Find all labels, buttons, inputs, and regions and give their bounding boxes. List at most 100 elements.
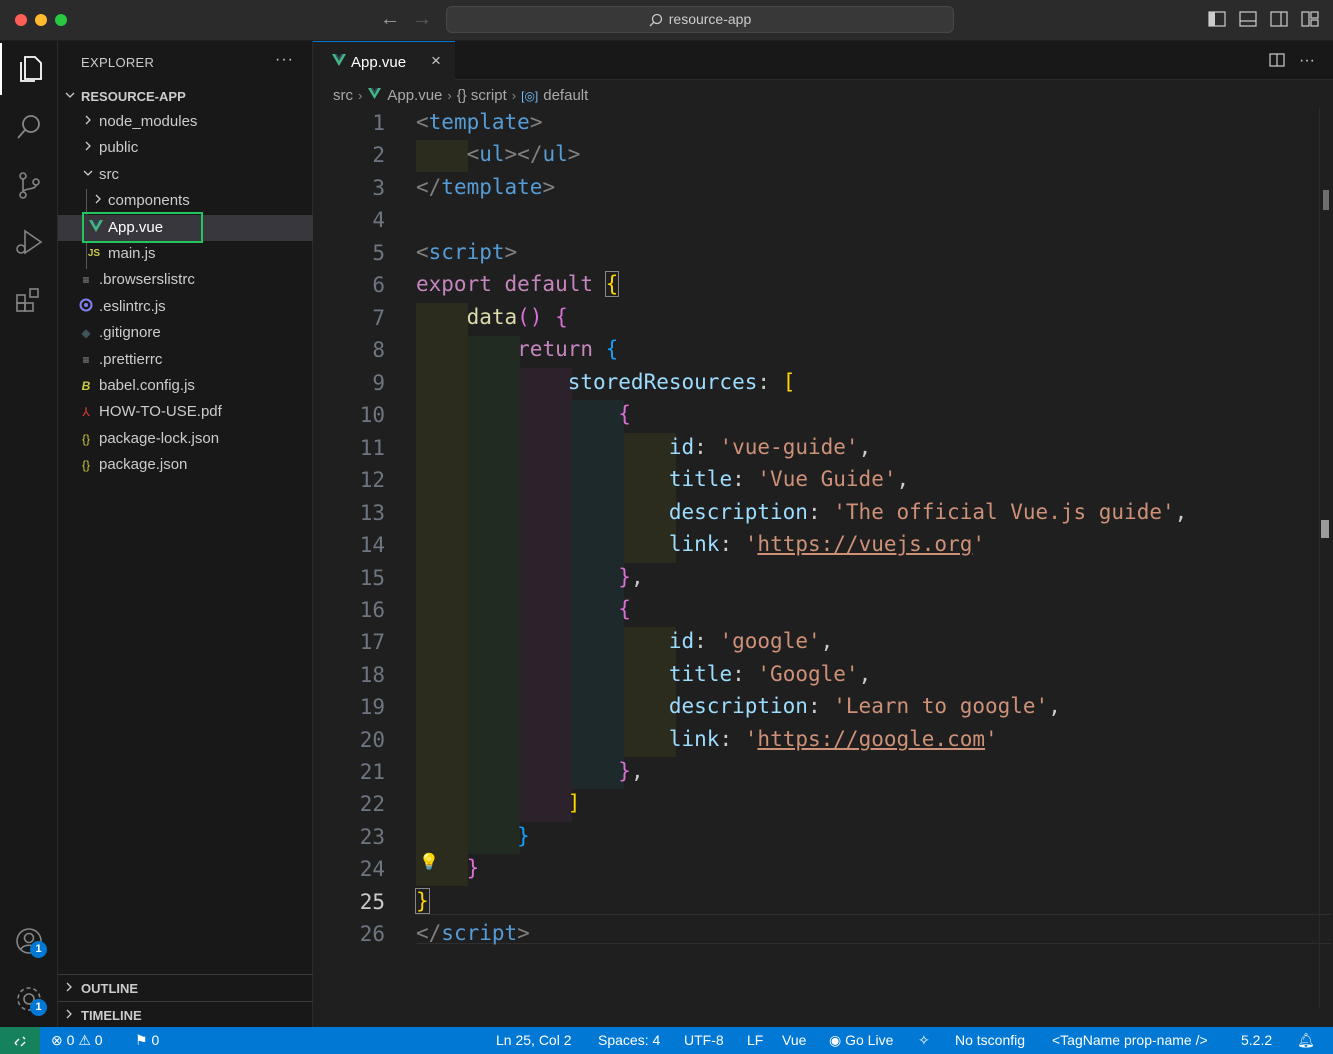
accounts-badge: 1 — [30, 941, 47, 958]
activity-bar: 1 1 — [0, 41, 58, 1027]
tree-item-node-modules[interactable]: node_modules — [58, 109, 313, 135]
tree-item-browserslistrc[interactable]: ≡ .browserslistrc — [58, 267, 313, 293]
breadcrumb-default[interactable]: default — [543, 87, 588, 104]
tree-item-package-lock[interactable]: {} package-lock.json — [58, 426, 313, 452]
remote-icon — [14, 1036, 26, 1046]
encoding[interactable]: UTF-8 — [684, 1032, 724, 1048]
line-number: 25 — [359, 890, 385, 914]
ports-indicator[interactable]: ⚑ 0 — [135, 1032, 159, 1049]
chevron-right-icon — [64, 980, 74, 997]
tagname-status[interactable]: <TagName prop-name /> — [1052, 1032, 1208, 1048]
tree-item-label: App.vue — [108, 219, 164, 236]
text-file-icon: ≡ — [82, 273, 90, 287]
cursor-position[interactable]: Ln 25, Col 2 — [496, 1032, 572, 1048]
code-line: 1 <template> — [313, 108, 1313, 140]
remote-indicator[interactable] — [0, 1027, 40, 1054]
error-count: 0 — [66, 1032, 75, 1048]
extensions-icon — [16, 288, 39, 312]
tree-item-babel-config[interactable]: B babel.config.js — [58, 373, 313, 399]
tree-item-gitignore[interactable]: ◆ .gitignore — [58, 320, 313, 346]
ports-count: 0 — [151, 1032, 160, 1048]
code-editor[interactable]: src › App.vue › {} script › [◎] default … — [313, 80, 1333, 1027]
split-editor-icon[interactable] — [1269, 52, 1285, 73]
broadcast-icon: ◉ — [829, 1032, 842, 1048]
minimize-window-button[interactable] — [35, 14, 47, 26]
chevron-right-icon: › — [358, 88, 363, 103]
timeline-label: TIMELINE — [81, 1008, 142, 1023]
tree-item-prettierrc[interactable]: ≡ .prettierrc — [58, 347, 313, 373]
line-number: 3 — [372, 176, 385, 200]
outline-section[interactable]: OUTLINE — [58, 974, 313, 1000]
js-file-icon: JS — [87, 248, 101, 259]
run-debug-activity[interactable] — [0, 216, 58, 268]
timeline-section[interactable]: TIMELINE — [58, 1001, 313, 1027]
accounts-activity[interactable]: 1 — [0, 915, 58, 967]
tab-app-vue[interactable]: App.vue × — [313, 41, 455, 81]
tree-item-label: HOW-TO-USE.pdf — [99, 403, 222, 420]
source-control-icon — [19, 172, 40, 199]
version-status[interactable]: 5.2.2 — [1241, 1032, 1272, 1048]
toggle-primary-sidebar-icon[interactable] — [1208, 10, 1226, 28]
code-line: 19 description: 'Learn to google', — [313, 692, 1313, 724]
error-icon: ⊗ — [51, 1032, 63, 1048]
close-icon[interactable]: × — [431, 51, 441, 71]
close-window-button[interactable] — [15, 14, 27, 26]
code-line: 3 </template> — [313, 173, 1313, 205]
broadcast-icon: ⚑ — [135, 1032, 148, 1048]
breadcrumb-file[interactable]: App.vue — [387, 87, 442, 104]
toggle-panel-icon[interactable] — [1239, 10, 1257, 28]
line-number: 26 — [359, 922, 385, 946]
lightbulb-icon[interactable]: 💡 — [419, 852, 439, 871]
command-center-search[interactable]: resource-app — [446, 6, 954, 33]
line-number: 19 — [359, 695, 385, 719]
tree-item-src[interactable]: src — [58, 162, 313, 188]
back-arrow-icon[interactable]: ← — [380, 8, 400, 31]
tree-item-components[interactable]: components — [58, 188, 313, 214]
tree-item-eslintrc[interactable]: .eslintrc.js — [58, 294, 313, 320]
command-center-label: resource-app — [668, 11, 752, 27]
code-line: 17 id: 'google', — [313, 627, 1313, 659]
tree-item-label: public — [99, 139, 139, 156]
line-number: 11 — [359, 436, 385, 460]
line-number: 16 — [359, 598, 385, 622]
extensions-activity[interactable] — [0, 274, 58, 326]
toggle-secondary-sidebar-icon[interactable] — [1270, 10, 1288, 28]
code-line: 2 <ul></ul> — [313, 140, 1313, 172]
more-actions-icon[interactable]: ··· — [275, 51, 294, 69]
customize-layout-icon[interactable] — [1301, 10, 1319, 28]
code-line: 16 { — [313, 595, 1313, 627]
zoom-window-button[interactable] — [55, 14, 67, 26]
go-live-label: Go Live — [845, 1032, 894, 1048]
chevron-right-icon — [80, 139, 96, 157]
explorer-activity[interactable] — [0, 43, 58, 95]
tree-item-main-js[interactable]: JS main.js — [58, 241, 313, 267]
search-activity[interactable] — [0, 101, 58, 153]
end-of-line[interactable]: LF — [747, 1032, 763, 1048]
workspace-root[interactable]: RESOURCE-APP — [58, 85, 313, 109]
tree-item-package-json[interactable]: {} package.json — [58, 452, 313, 478]
code-line: 4 — [313, 205, 1313, 237]
code-line: 5 <script> — [313, 238, 1313, 270]
language-mode[interactable]: Vue — [782, 1032, 806, 1048]
more-actions-icon[interactable]: ··· — [1299, 52, 1315, 73]
tree-item-how-to-use-pdf[interactable]: ⅄ HOW-TO-USE.pdf — [58, 399, 313, 425]
tree-item-label: .gitignore — [99, 324, 161, 341]
breadcrumb: src › App.vue › {} script › [◎] default — [333, 87, 588, 104]
problems-indicator[interactable]: ⊗ 0 ⚠ 0 — [51, 1032, 103, 1049]
tree-item-app-vue[interactable]: App.vue — [58, 215, 313, 241]
manage-activity[interactable]: 1 — [0, 973, 58, 1025]
tree-item-public[interactable]: public — [58, 135, 313, 161]
prettier-icon[interactable]: ✧ — [918, 1032, 930, 1049]
line-number: 12 — [359, 468, 385, 492]
indentation[interactable]: Spaces: 4 — [598, 1032, 660, 1048]
bell-icon[interactable]: 🔔︎ — [1297, 1032, 1315, 1049]
code-line: 18 title: 'Google', — [313, 660, 1313, 692]
files-icon — [20, 56, 42, 82]
editor-scrollbar[interactable] — [1319, 108, 1333, 1008]
breadcrumb-src[interactable]: src — [333, 87, 353, 104]
source-control-activity[interactable] — [0, 159, 58, 211]
breadcrumb-script[interactable]: {} script — [457, 87, 507, 104]
go-live-button[interactable]: ◉ Go Live — [829, 1032, 893, 1049]
tsconfig-status[interactable]: No tsconfig — [955, 1032, 1025, 1048]
forward-arrow-icon[interactable]: → — [412, 8, 432, 31]
